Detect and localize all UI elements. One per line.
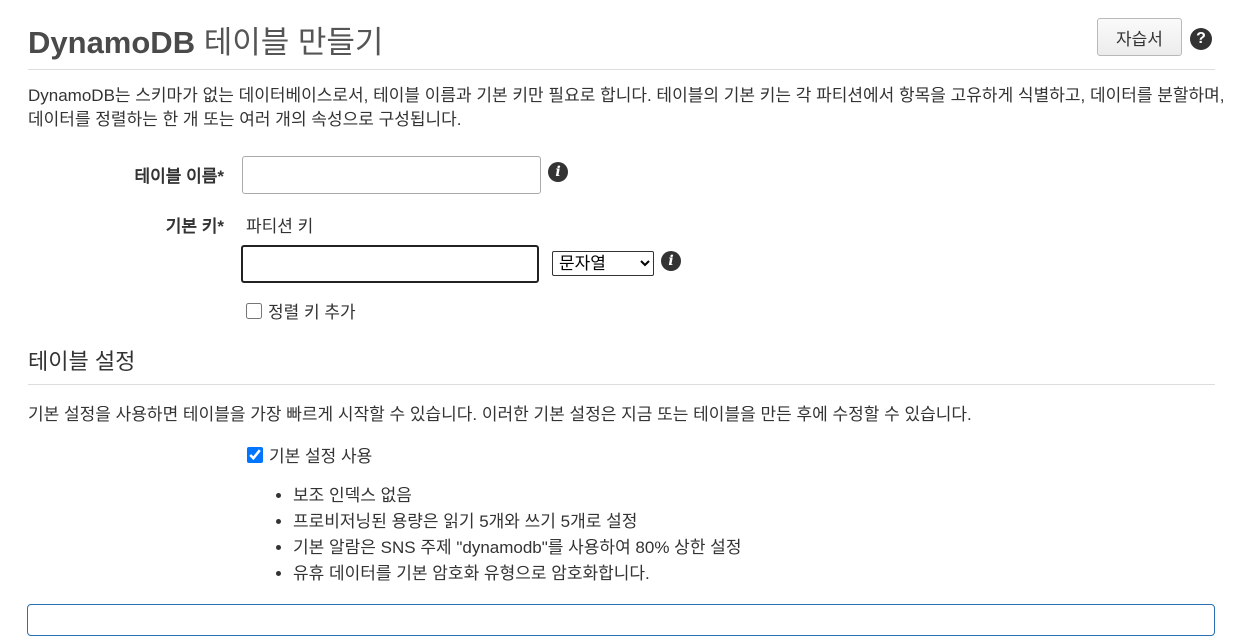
list-item: 유휴 데이터를 기본 암호화 유형으로 암호화합니다. [293, 561, 741, 587]
page-title-text: 테이블 만들기 [195, 25, 384, 60]
list-item: 보조 인덱스 없음 [293, 483, 741, 509]
table-settings-title: 테이블 설정 [28, 349, 136, 374]
page-title-product: DynamoDB [28, 25, 196, 60]
info-panel [27, 604, 1215, 636]
use-default-settings-label: 기본 설정 사용 [269, 447, 373, 466]
help-icon[interactable]: ? [1190, 28, 1212, 50]
add-sort-key-label: 정렬 키 추가 [268, 303, 356, 322]
header-divider [28, 69, 1215, 70]
key-type-select[interactable]: 문자열 [552, 251, 654, 276]
list-item: 프로비저닝된 용량은 읽기 5개와 쓰기 5개로 설정 [293, 509, 741, 535]
partition-key-label: 파티션 키 [246, 217, 314, 236]
page-title: DynamoDB 테이블 만들기 [28, 17, 383, 62]
settings-description: 기본 설정을 사용하면 테이블을 가장 빠르게 시작할 수 있습니다. 이러한 … [28, 405, 972, 424]
page-description: DynamoDB는 스키마가 없는 데이터베이스로서, 테이블 이름과 기본 키… [28, 86, 1225, 129]
table-name-input[interactable] [242, 156, 541, 194]
table-name-info-icon[interactable]: i [548, 162, 568, 182]
use-default-settings-checkbox[interactable] [247, 446, 263, 463]
partition-key-input[interactable] [241, 245, 539, 283]
default-settings-list: 보조 인덱스 없음 프로비저닝된 용량은 읽기 5개와 쓰기 5개로 설정 기본… [273, 483, 741, 587]
add-sort-key-row[interactable]: 정렬 키 추가 [246, 298, 356, 323]
table-name-label: 테이블 이름* [134, 167, 224, 186]
tutorial-button[interactable]: 자습서 [1097, 18, 1182, 56]
list-item: 기본 알람은 SNS 주제 "dynamodb"를 사용하여 80% 상한 설정 [293, 535, 741, 561]
add-sort-key-checkbox[interactable] [246, 302, 262, 319]
use-default-settings-row[interactable]: 기본 설정 사용 [247, 442, 372, 467]
primary-key-label: 기본 키* [165, 217, 224, 236]
settings-divider [28, 384, 1215, 385]
partition-key-info-icon[interactable]: i [661, 251, 681, 271]
